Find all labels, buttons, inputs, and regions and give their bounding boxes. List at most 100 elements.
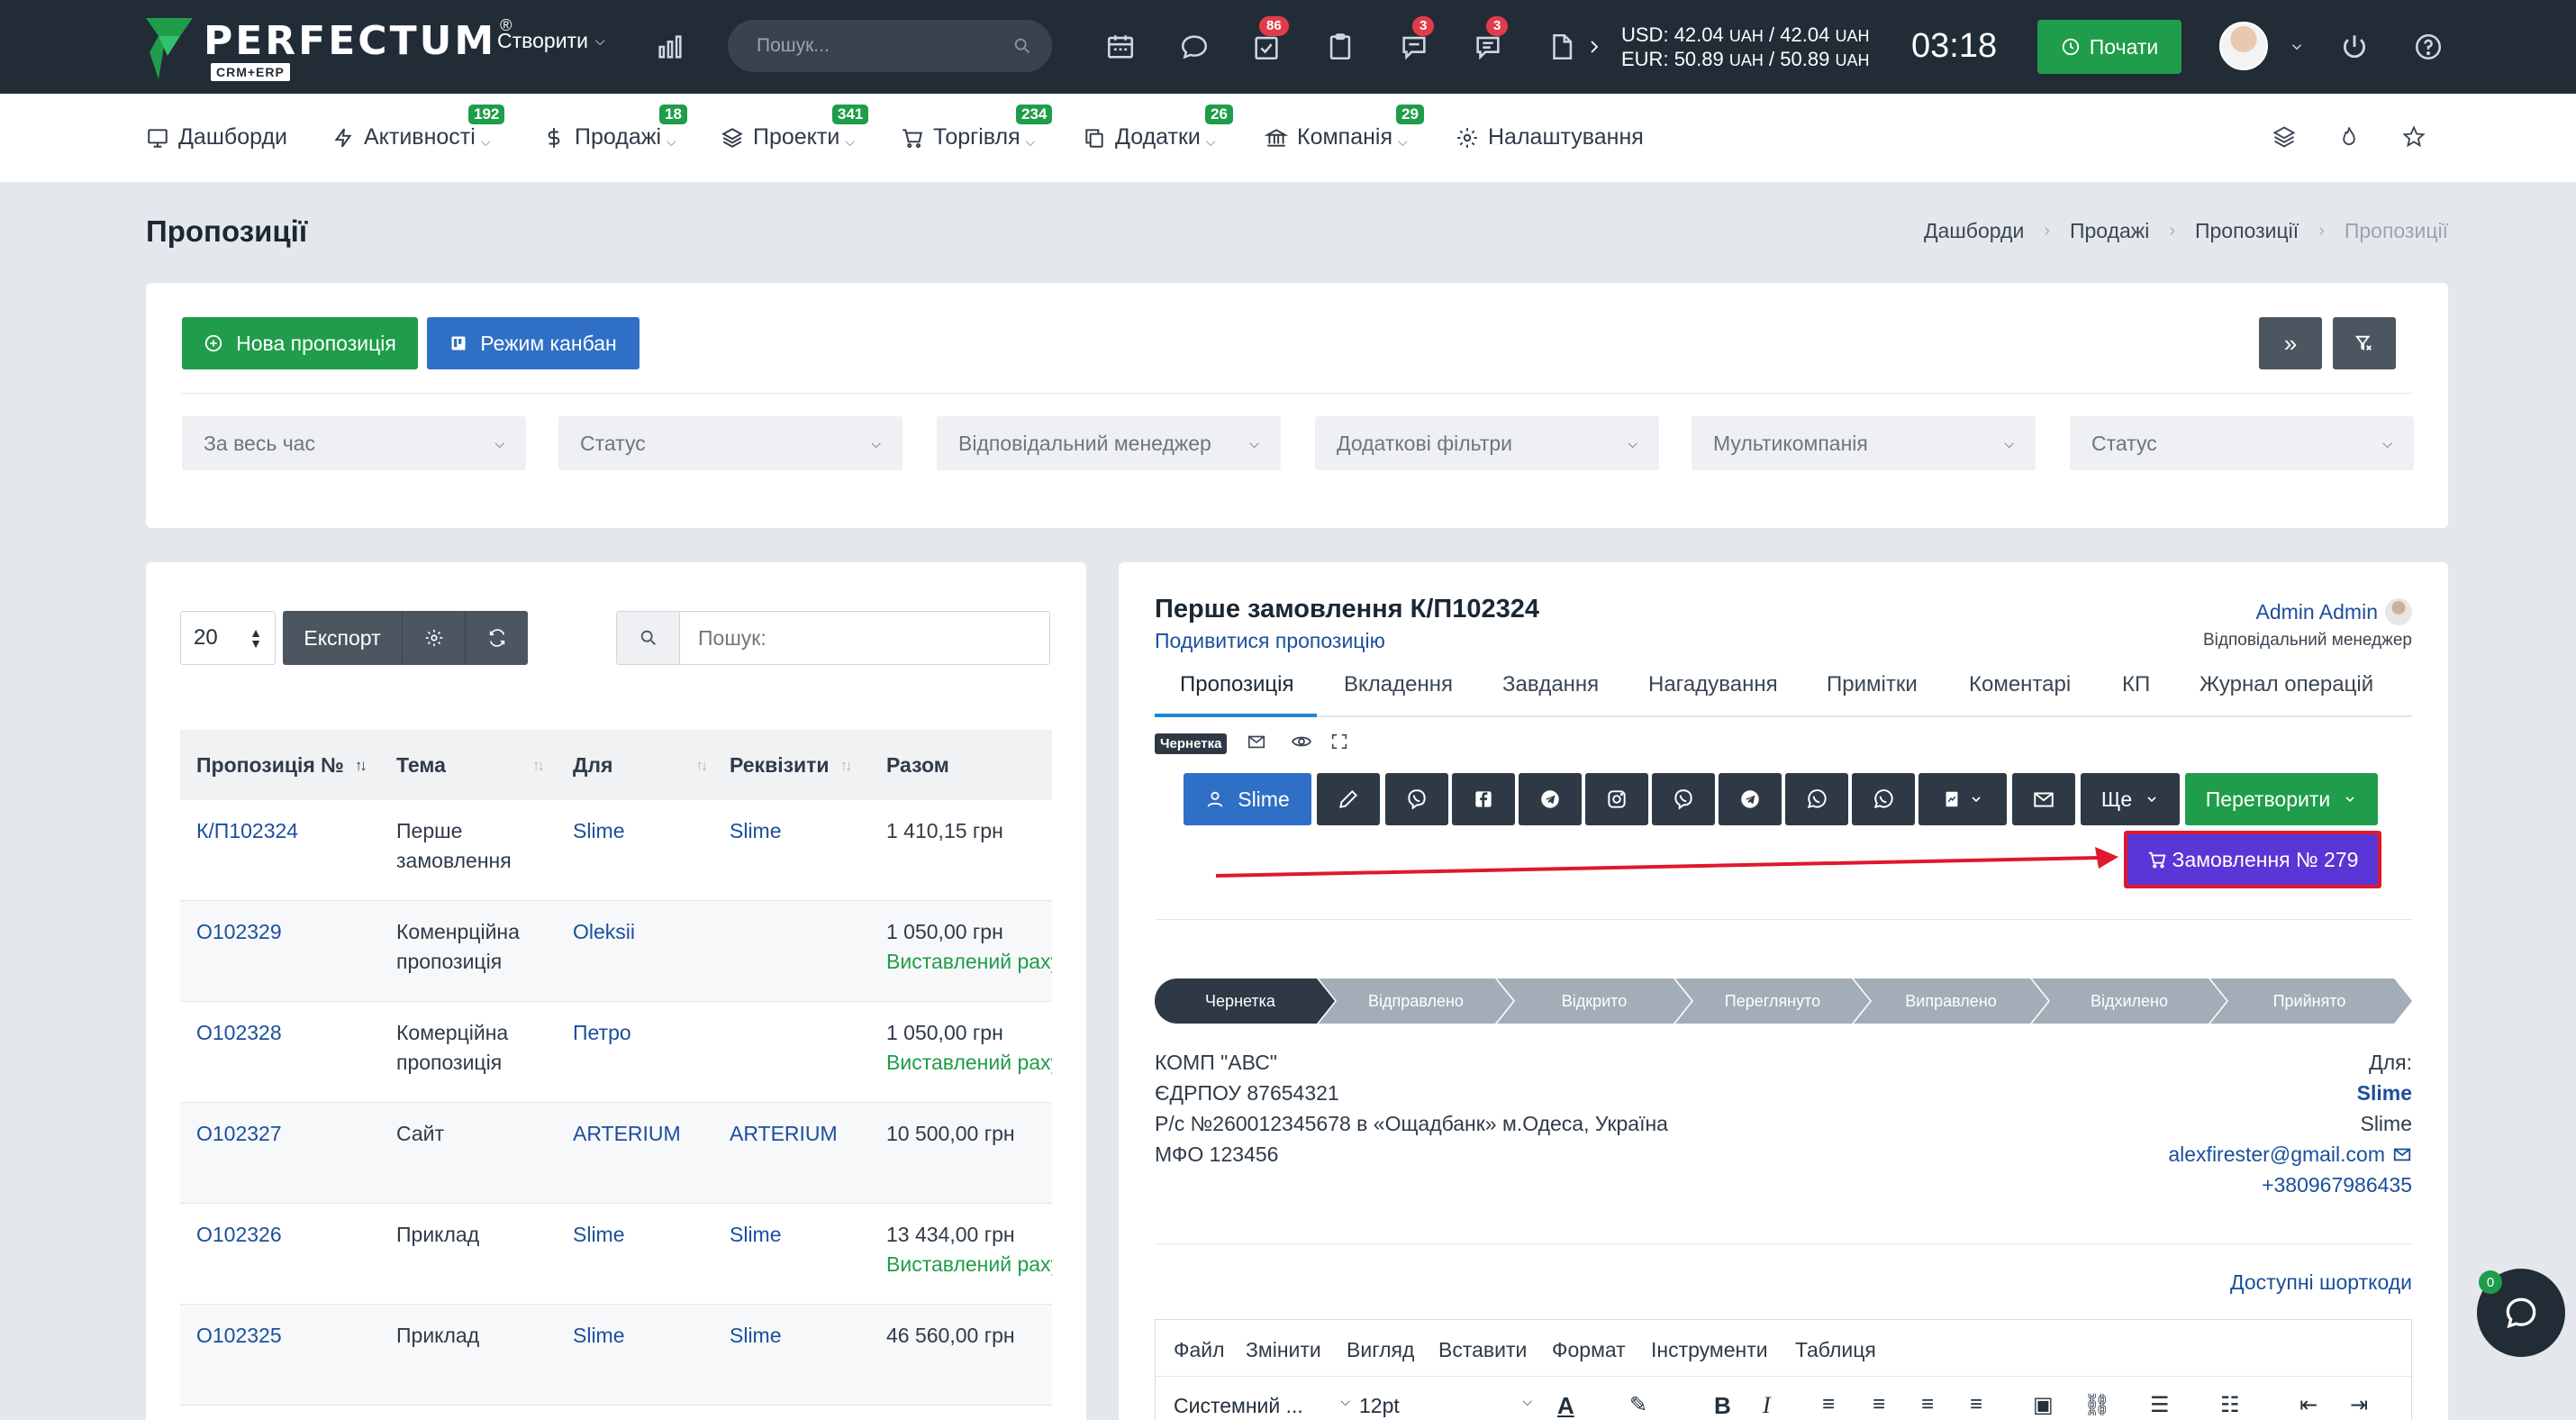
extra-filters-select[interactable]: Додаткові фільтри ⌵ xyxy=(1315,416,1659,470)
refresh-button[interactable] xyxy=(465,611,528,665)
nav-item-settings[interactable]: Налаштування xyxy=(1456,124,1644,150)
chevron-right-icon[interactable] xyxy=(1583,27,1605,67)
pipeline-stage-sent[interactable]: Відправлено xyxy=(1328,979,1504,1024)
editor-menu-edit[interactable]: Змінити xyxy=(1246,1338,1321,1362)
fire-icon[interactable] xyxy=(2329,117,2369,157)
editor-menu-view[interactable]: Вигляд xyxy=(1347,1338,1414,1362)
numbered-list-icon[interactable]: ☷ xyxy=(2220,1392,2240,1418)
telegram-button[interactable] xyxy=(1519,773,1582,825)
nav-item-dashboards[interactable]: Дашборди xyxy=(146,124,287,150)
chat-icon[interactable]: 3 xyxy=(1394,16,1435,67)
period-select[interactable]: За весь час ⌵ xyxy=(182,416,526,470)
text-color-icon[interactable]: A xyxy=(1557,1392,1574,1420)
editor-menu-file[interactable]: Файл xyxy=(1174,1338,1225,1362)
row-number[interactable]: О102326 xyxy=(196,1220,282,1250)
pipeline-stage-draft[interactable]: Чернетка xyxy=(1155,979,1326,1024)
row-for[interactable]: Петро xyxy=(573,1018,631,1048)
instagram-button[interactable] xyxy=(1585,773,1648,825)
table-row[interactable]: О102327 Сайт ARTERIUM ARTERIUM 10 500,00… xyxy=(180,1103,1052,1204)
table-row[interactable]: О102325 Приклад Slime Slime 46 560,00 гр… xyxy=(180,1305,1052,1406)
expand-button[interactable]: » xyxy=(2259,317,2322,369)
recipient-phone[interactable]: +380967986435 xyxy=(2168,1170,2412,1200)
tasks-icon[interactable]: 86 xyxy=(1247,16,1289,67)
viber-button[interactable] xyxy=(1385,773,1448,825)
email-button[interactable] xyxy=(2012,773,2075,825)
recipient-email[interactable]: alexfirester@gmail.com xyxy=(2168,1139,2385,1170)
outdent-icon[interactable]: ⇤ xyxy=(2299,1392,2317,1418)
mail-icon[interactable] xyxy=(1243,728,1270,755)
column-header-total[interactable]: Разом xyxy=(886,753,949,778)
row-number[interactable]: О102325 xyxy=(196,1321,282,1351)
table-row[interactable]: О102328 Комерційна пропозиція Петро 1 05… xyxy=(180,1002,1052,1103)
top-search[interactable] xyxy=(728,20,1052,72)
row-for[interactable]: Slime xyxy=(573,1321,625,1351)
rich-text-editor[interactable]: Файл Змінити Вигляд Вставити Формат Інст… xyxy=(1155,1319,2412,1420)
columns-settings-button[interactable] xyxy=(402,611,465,665)
shortcodes-link[interactable]: Доступні шорткоди xyxy=(2230,1270,2412,1295)
pipeline-stage-viewed[interactable]: Переглянуто xyxy=(1684,979,1861,1024)
manager-name[interactable]: Admin Admin xyxy=(2255,600,2378,624)
align-right-icon[interactable]: ≡ xyxy=(1921,1392,1934,1417)
document-icon[interactable] xyxy=(1542,27,1582,67)
tab-attachments[interactable]: Вкладення xyxy=(1344,672,1453,697)
editor-menu-format[interactable]: Формат xyxy=(1552,1338,1626,1362)
breadcrumb-item[interactable]: Продажі xyxy=(2070,219,2149,243)
italic-icon[interactable]: I xyxy=(1763,1392,1771,1419)
editor-menu-insert[interactable]: Вставити xyxy=(1438,1338,1527,1362)
nav-item-activities[interactable]: Активності ⌵ 192 xyxy=(331,105,505,150)
search-icon[interactable] xyxy=(1012,36,1032,56)
logo[interactable]: PERFECTUM ® CRM+ERP xyxy=(144,16,512,81)
export-button[interactable]: Експорт xyxy=(283,611,402,665)
manager-info[interactable]: Admin Admin xyxy=(2255,598,2412,625)
per-page-select[interactable]: 20 ▲ ▼ xyxy=(180,611,276,665)
column-header-number[interactable]: Пропозиція № ↑↓ xyxy=(196,753,367,778)
table-row[interactable]: О102329 Коменрційна пропозиція Oleksii 1… xyxy=(180,901,1052,1002)
row-requisites[interactable]: Slime xyxy=(730,1220,782,1250)
tab-tasks[interactable]: Завдання xyxy=(1502,672,1599,697)
order-button[interactable]: Замовлення № 279 xyxy=(2124,831,2381,888)
highlight-icon[interactable]: ✎ xyxy=(1629,1392,1647,1418)
font-size-select[interactable]: 12pt ⌵ xyxy=(1359,1394,1532,1418)
top-search-input[interactable] xyxy=(757,35,1012,57)
align-center-icon[interactable]: ≡ xyxy=(1873,1392,1885,1417)
kanban-mode-button[interactable]: Режим канбан xyxy=(427,317,639,369)
nav-item-projects[interactable]: Проекти ⌵ 341 xyxy=(721,105,869,150)
convert-button[interactable]: Перетворити xyxy=(2185,773,2378,825)
editor-menu-table[interactable]: Таблиця xyxy=(1795,1338,1876,1362)
edit-button[interactable] xyxy=(1317,773,1380,825)
row-for[interactable]: Oleksii xyxy=(573,917,635,947)
row-requisites[interactable]: Slime xyxy=(730,1321,782,1351)
recipient-name[interactable]: Slime xyxy=(2168,1078,2412,1108)
breadcrumb-item[interactable]: Пропозиції xyxy=(2195,219,2299,243)
row-number[interactable]: О102329 xyxy=(196,917,282,947)
telegram-button-2[interactable] xyxy=(1719,773,1782,825)
fullscreen-icon[interactable] xyxy=(1326,728,1353,755)
eye-icon[interactable] xyxy=(1288,728,1315,755)
align-left-icon[interactable]: ≡ xyxy=(1822,1392,1835,1417)
tab-proposal[interactable]: Пропозиція xyxy=(1180,672,1294,697)
link-icon[interactable]: ⛓ xyxy=(2083,1392,2110,1418)
whatsapp-button[interactable] xyxy=(1785,773,1848,825)
messages-icon[interactable]: 3 xyxy=(1468,16,1509,67)
nav-item-addons[interactable]: Додатки ⌵ 26 xyxy=(1083,105,1233,150)
bullet-list-icon[interactable]: ☰ xyxy=(2150,1392,2170,1418)
tab-comments[interactable]: Коментарі xyxy=(1969,672,2071,697)
tab-notes[interactable]: Примітки xyxy=(1827,672,1918,697)
stats-icon[interactable] xyxy=(650,27,690,67)
new-proposal-button[interactable]: Нова пропозиція xyxy=(182,317,418,369)
row-number[interactable]: О102328 xyxy=(196,1018,282,1048)
column-header-requisites[interactable]: Реквізити ↑↓ xyxy=(730,753,853,778)
list-search-input[interactable] xyxy=(680,612,1049,664)
editor-menu-tools[interactable]: Інструменти xyxy=(1651,1338,1768,1362)
whatsapp-button-2[interactable] xyxy=(1852,773,1915,825)
column-header-subject[interactable]: Тема ↑↓ xyxy=(396,753,545,778)
manager-select[interactable]: Відповідальний менеджер ⌵ xyxy=(937,416,1281,470)
avatar[interactable] xyxy=(2219,22,2268,70)
status-select[interactable]: Статус ⌵ xyxy=(558,416,903,470)
clear-filter-button[interactable] xyxy=(2333,317,2396,369)
tab-reminders[interactable]: Нагадування xyxy=(1648,672,1778,697)
power-icon[interactable] xyxy=(2335,27,2374,67)
row-number[interactable]: О102327 xyxy=(196,1119,282,1149)
view-proposal-link[interactable]: Подивитися пропозицію xyxy=(1155,629,1385,653)
pipeline-stage-revised[interactable]: Виправлено xyxy=(1863,979,2039,1024)
